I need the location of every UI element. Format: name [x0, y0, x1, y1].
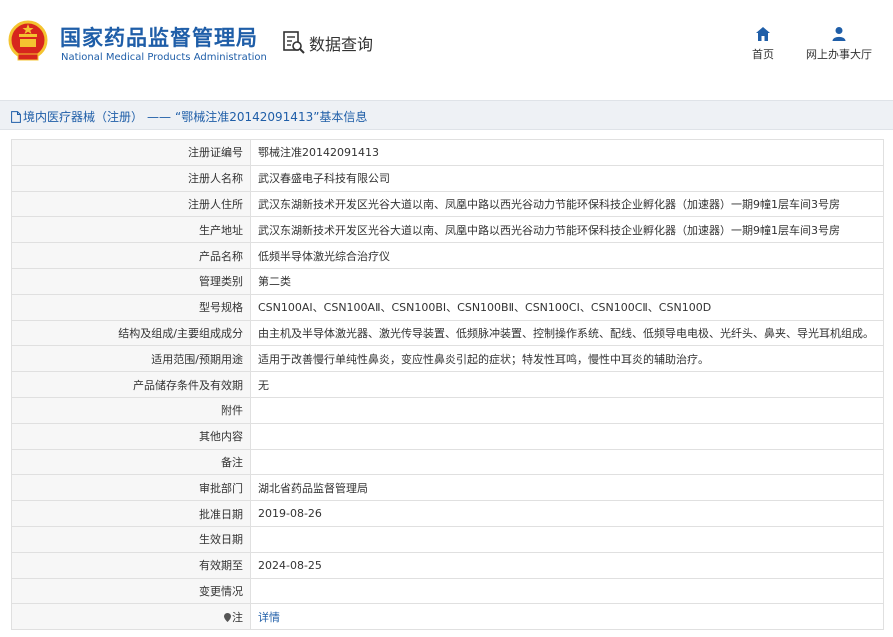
row-value: 武汉东湖新技术开发区光谷大道以南、凤凰中路以西光谷动力节能环保科技企业孵化器（加…: [250, 216, 884, 244]
row-label: 产品储存条件及有效期: [11, 371, 251, 398]
table-row: 备注: [11, 448, 884, 476]
row-value: 武汉东湖新技术开发区光谷大道以南、凤凰中路以西光谷动力节能环保科技企业孵化器（加…: [250, 190, 884, 218]
row-label: 有效期至: [11, 551, 251, 579]
site-title[interactable]: 国家药品监督管理局: [60, 22, 258, 52]
row-label: 批准日期: [11, 500, 251, 527]
row-value: [250, 396, 884, 424]
table-row: 管理类别 第二类: [11, 267, 884, 295]
row-label: 注册人名称: [11, 164, 251, 192]
breadcrumb-separator: ——: [147, 109, 172, 124]
table-row: 型号规格 CSN100AⅠ、CSN100AⅡ、CSN100BⅠ、CSN100BⅡ、…: [11, 293, 884, 321]
row-value: 2024-08-25: [250, 551, 884, 579]
location-pin-icon: [224, 612, 231, 622]
device-detail-table: 注册证编号 鄂械注准20142091413 注册人名称 武汉春盛电子科技有限公司 注册人…: [11, 139, 884, 631]
site-title-english[interactable]: National Medical Products Administration: [61, 52, 267, 63]
note-value-cell: 详情: [250, 603, 884, 631]
row-label: 注册证编号: [11, 139, 251, 166]
row-value: [250, 525, 884, 553]
row-label: 适用范围/预期用途: [11, 345, 251, 373]
nav-online-service-hall[interactable]: 网上办事大厅: [801, 26, 877, 62]
data-query-link[interactable]: 数据查询: [283, 31, 373, 55]
row-value: [250, 577, 884, 605]
row-value: 湖北省药品监督管理局: [250, 474, 884, 502]
row-label: 生效日期: [11, 525, 251, 553]
site-header: 国家药品监督管理局 National Medical Products Admi…: [0, 0, 893, 86]
row-value: 由主机及半导体激光器、激光传导装置、低频脉冲装置、控制操作系统、配线、低频导电电…: [250, 319, 884, 347]
row-value: 武汉春盛电子科技有限公司: [250, 164, 884, 192]
table-row: 产品储存条件及有效期无: [11, 371, 884, 398]
note-label-cell: 注: [11, 603, 251, 631]
row-label: 审批部门: [11, 474, 251, 502]
table-row: 批准日期 2019-08-26: [11, 500, 884, 527]
breadcrumb-title: “鄂械注准20142091413”基本信息: [175, 110, 368, 124]
row-label: 注册人住所: [11, 190, 251, 218]
row-value: 鄂械注准20142091413: [250, 139, 884, 166]
row-label: 变更情况: [11, 577, 251, 605]
row-value: 适用于改善慢行单纯性鼻炎，变应性鼻炎引起的症状；特发性耳鸣，慢性中耳炎的辅助治疗…: [250, 345, 884, 373]
table-row: 结构及组成/主要组成成分 由主机及半导体激光器、激光传导装置、低频脉冲装置、控制操…: [11, 319, 884, 347]
home-icon: [756, 27, 770, 41]
data-query-label: 数据查询: [309, 35, 374, 54]
row-label: 附件: [11, 396, 251, 424]
row-label: 管理类别: [11, 267, 251, 295]
row-label: 生产地址: [11, 216, 251, 244]
row-label: 其他内容: [11, 422, 251, 450]
table-row: 产品名称 低频半导体激光综合治疗仪: [11, 242, 884, 269]
row-value: CSN100AⅠ、CSN100AⅡ、CSN100BⅠ、CSN100BⅡ、CSN1…: [250, 293, 884, 321]
document-icon: [11, 110, 21, 123]
table-row: 其他内容: [11, 422, 884, 450]
row-value: [250, 448, 884, 476]
table-row: 注册人名称 武汉春盛电子科技有限公司: [11, 164, 884, 192]
table-row: 生产地址 武汉东湖新技术开发区光谷大道以南、凤凰中路以西光谷动力节能环保科技企业孵…: [11, 216, 884, 244]
row-label: 型号规格: [11, 293, 251, 321]
nav-online-service-hall-label: 网上办事大厅: [806, 48, 872, 61]
row-label: 产品名称: [11, 242, 251, 269]
national-emblem-icon: [8, 20, 48, 61]
row-label: 备注: [11, 448, 251, 476]
nav-home[interactable]: 首页: [743, 26, 783, 62]
document-search-icon: [283, 31, 305, 54]
nav-home-label: 首页: [752, 48, 774, 61]
table-row-note: 注 详情: [11, 603, 884, 631]
table-row: 生效日期: [11, 525, 884, 553]
breadcrumb: 境内医疗器械（注册） —— “鄂械注准20142091413”基本信息: [11, 108, 367, 125]
table-row: 有效期至 2024-08-25: [11, 551, 884, 579]
details-link[interactable]: 详情: [258, 611, 280, 624]
user-icon: [832, 27, 846, 41]
row-value: 低频半导体激光综合治疗仪: [250, 242, 884, 269]
breadcrumb-category[interactable]: 境内医疗器械（注册）: [23, 108, 143, 125]
table-row: 变更情况: [11, 577, 884, 605]
table-row: 注册人住所 武汉东湖新技术开发区光谷大道以南、凤凰中路以西光谷动力节能环保科技企业…: [11, 190, 884, 218]
note-label: 注: [232, 610, 243, 624]
table-row: 附件: [11, 396, 884, 424]
row-value: [250, 422, 884, 450]
row-label: 结构及组成/主要组成成分: [11, 319, 251, 347]
row-value: 无: [250, 371, 884, 398]
breadcrumb-bar: 境内医疗器械（注册） —— “鄂械注准20142091413”基本信息: [0, 100, 893, 130]
row-value: 2019-08-26: [250, 500, 884, 527]
table-row: 注册证编号 鄂械注准20142091413: [11, 139, 884, 166]
row-value: 第二类: [250, 267, 884, 295]
table-row: 适用范围/预期用途 适用于改善慢行单纯性鼻炎，变应性鼻炎引起的症状；特发性耳鸣，慢…: [11, 345, 884, 373]
table-row: 审批部门 湖北省药品监督管理局: [11, 474, 884, 502]
